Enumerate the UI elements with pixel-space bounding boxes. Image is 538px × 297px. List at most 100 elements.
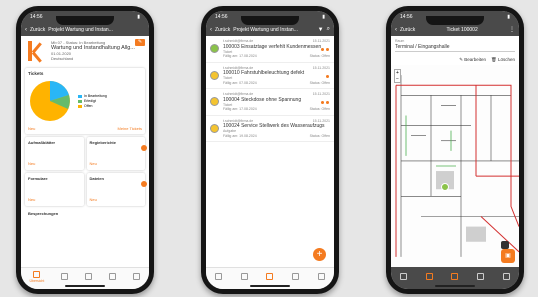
ticket-due: Fällig am: 19.08.2024: [223, 133, 257, 138]
notification-dot: [141, 145, 147, 151]
back-link[interactable]: Zurück: [30, 27, 45, 33]
bell-icon: [477, 272, 485, 280]
tile-new-link[interactable]: Neu: [28, 161, 35, 166]
ticket-row[interactable]: t.schmidt@firma.de 15.11.2021 100003 Eins…: [206, 36, 334, 63]
floor-plan-view[interactable]: + −: [391, 65, 519, 267]
more-icon: [317, 273, 325, 280]
nav-tickets[interactable]: [425, 272, 433, 280]
tile-new-link[interactable]: Neu: [90, 161, 97, 166]
nav-more[interactable]: [502, 272, 510, 280]
back-link[interactable]: Zurück: [215, 27, 230, 33]
more-icon: [502, 272, 510, 280]
back-arrow-icon[interactable]: ‹: [25, 27, 27, 33]
tile-title: Regieberichte: [89, 140, 116, 145]
edit-project-button[interactable]: ✎: [135, 39, 145, 46]
notch: [56, 16, 114, 25]
plan-icon: [266, 273, 274, 280]
tile-new-link[interactable]: Neu: [28, 197, 35, 202]
new-ticket-link[interactable]: Neu: [28, 126, 35, 131]
back-arrow-icon[interactable]: ‹: [210, 27, 212, 33]
ticket-status-icon: [210, 70, 219, 80]
ticket-actions: ✎ Bearbeiten 🗑 Löschen: [391, 55, 519, 65]
nav-more[interactable]: [317, 273, 325, 280]
nav-overview[interactable]: Übersicht: [30, 270, 44, 283]
back-arrow-icon[interactable]: ‹: [395, 27, 397, 33]
ticket-status: Status: Offen: [309, 133, 330, 138]
tile-title: Aufmaßblätter: [28, 140, 56, 145]
more-options-icon[interactable]: ⋮: [509, 26, 515, 33]
phone-ticket-list: 14:56 ▮ ‹ Zurück Projekt Wartung und Ins…: [201, 6, 339, 294]
tile-new-link[interactable]: Neu: [90, 197, 97, 202]
page-title: Ticket 100002: [446, 26, 478, 33]
legend-swatch: [78, 104, 82, 108]
nav-overview[interactable]: [400, 272, 408, 280]
delete-label: Löschen: [497, 57, 515, 62]
nav-tickets[interactable]: [240, 273, 248, 280]
room-label: Raum: [395, 39, 405, 43]
ticket-title: 100003 Einsatztage verfehlt Kundenmessen: [223, 43, 322, 50]
tile-reports[interactable]: Regieberichte Neu: [86, 137, 147, 170]
home-icon: [215, 273, 223, 280]
home-indicator: [250, 285, 290, 287]
nav-plans[interactable]: [266, 273, 274, 280]
zoom-controls: + −: [394, 69, 401, 83]
nav-notifications[interactable]: [109, 273, 117, 280]
ticket-status-icon: [210, 44, 219, 53]
nav-notifications[interactable]: [477, 272, 485, 280]
ticket-row[interactable]: t.schmidt@firma.de 15.11.2021 100004 Stec…: [206, 89, 334, 116]
ticket-status-icon: [210, 123, 219, 133]
page-title: Projekt Wartung und Instan...: [233, 26, 298, 33]
project-info: Mb 07 - Status: In Bearbeitung Wartung u…: [51, 40, 145, 62]
nav-plans[interactable]: [85, 273, 93, 280]
ticket-status: Status: Offen: [309, 80, 330, 85]
zoom-out-button[interactable]: −: [395, 76, 400, 82]
screen: 14:56 ▮ ‹ Zurück Projekt Wartung und Ins…: [21, 11, 149, 289]
my-tickets-link[interactable]: Meine Tickets: [118, 126, 142, 131]
tile-forms[interactable]: Formulare Neu: [25, 173, 84, 206]
filter-icon[interactable]: ▼: [318, 27, 324, 33]
search-icon[interactable]: ⌕: [327, 26, 330, 33]
ticket-due: Fällig am: 17.08.2024: [223, 107, 257, 111]
status-time: 14:56: [215, 14, 228, 20]
add-ticket-button[interactable]: +: [313, 248, 326, 261]
battery-icon: ▮: [322, 14, 325, 20]
room-field[interactable]: Raum Terminal / Eingangshalle: [391, 36, 519, 55]
status-time: 14:56: [400, 14, 413, 20]
ticket-date: 15.11.2021: [312, 92, 330, 96]
ticket-author: t.schmidt@firma.de: [223, 92, 254, 96]
notch: [241, 16, 299, 25]
tickets-card[interactable]: Tickets In Bearbeitung Erledigt Offen Ne…: [25, 68, 145, 134]
add-ticket-button[interactable]: ▣: [501, 249, 515, 263]
screen: 14:56 ▮ ‹ Zurück Projekt Wartung und Ins…: [206, 11, 334, 289]
ticket-icon: [61, 273, 69, 280]
edit-label: Bearbeiten: [464, 57, 487, 62]
ticket-row[interactable]: t.schmidt@firma.de 15.11.2021 100024 Serv…: [206, 116, 334, 142]
notch: [426, 16, 484, 25]
nav-plans[interactable]: [451, 272, 459, 280]
tile-files[interactable]: Dateien Neu: [86, 173, 147, 206]
home-indicator: [435, 285, 475, 287]
battery-icon: ▮: [507, 14, 510, 20]
back-link[interactable]: Zurück: [400, 27, 415, 33]
home-icon: [400, 272, 408, 280]
ticket-pin-icon[interactable]: [441, 183, 449, 191]
ticket-due: Fällig am: 17.08.2024: [223, 54, 257, 58]
legend-item: Offen: [84, 103, 93, 108]
floor-plan-drawing: [391, 65, 519, 267]
nav-tickets[interactable]: [61, 273, 69, 280]
meetings-card[interactable]: Besprechungen: [25, 209, 145, 218]
nav-notifications[interactable]: [292, 273, 300, 280]
battery-icon: ▮: [137, 14, 140, 20]
ticket-row[interactable]: t.schmidt@firma.de 15.11.2021 100010 Fahr…: [206, 63, 334, 89]
delete-button[interactable]: 🗑 Löschen: [491, 57, 515, 63]
bell-icon: [292, 273, 300, 280]
tile-measurement-sheets[interactable]: Aufmaßblätter Neu: [25, 137, 84, 170]
legend-swatch: [78, 99, 82, 103]
tickets-pie-chart: [30, 81, 70, 121]
nav-more[interactable]: [133, 273, 141, 280]
screen: 14:56 ▮ ‹ Zurück Ticket 100002 ⋮ Raum Te…: [391, 11, 519, 289]
camera-icon[interactable]: [501, 241, 509, 249]
nav-overview[interactable]: [215, 273, 223, 280]
ticket-badges: [321, 101, 329, 104]
edit-button[interactable]: ✎ Bearbeiten: [459, 57, 486, 63]
